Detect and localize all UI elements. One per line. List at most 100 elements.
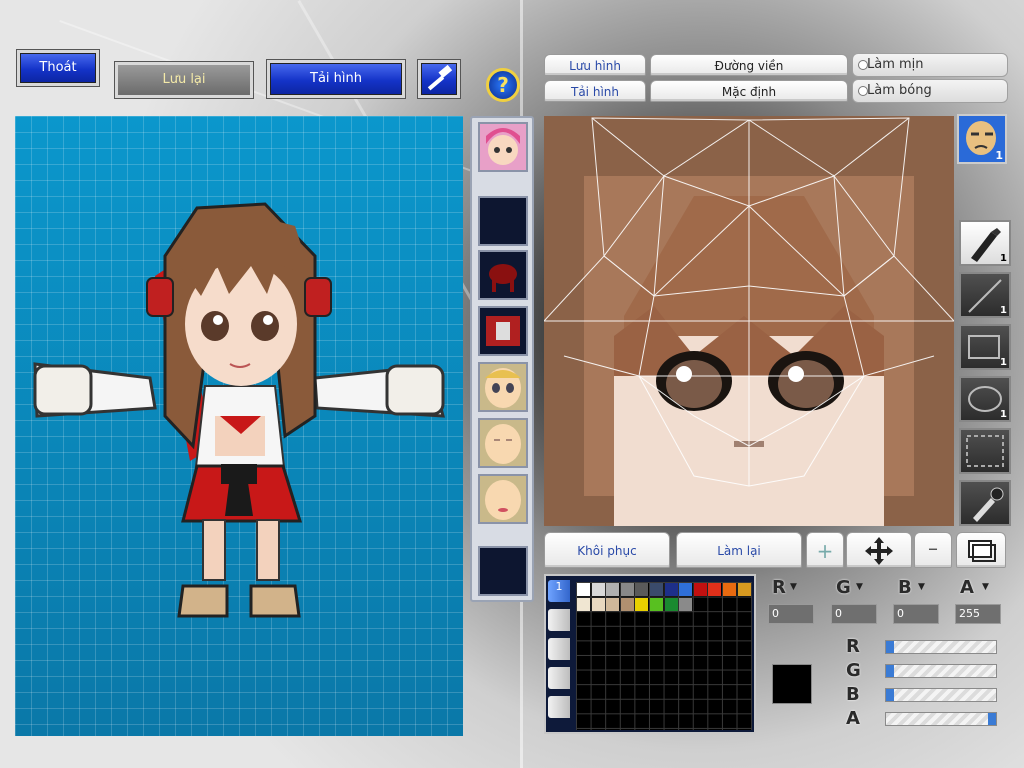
head-badge-count: 1 [995,149,1003,162]
color-swatch[interactable] [650,583,663,596]
eyedropper-tool-button[interactable] [959,480,1011,526]
color-swatch[interactable] [693,583,707,596]
part-slot-face-3[interactable] [478,474,528,524]
slider-thumb[interactable] [886,665,894,677]
part-slot-face-portrait[interactable] [478,122,528,172]
slider-thumb[interactable] [886,641,894,653]
alpha-slider[interactable] [885,712,997,726]
selection-tool-button[interactable] [959,428,1011,474]
red-slider[interactable] [885,640,997,654]
slider-thumb[interactable] [886,689,894,701]
pen-tool-button[interactable]: 1 [959,220,1011,266]
palette-panel: 1 [544,574,756,734]
face-blank-icon [485,424,521,464]
color-swatch-grid[interactable] [576,582,752,730]
ellipse-tool-button[interactable]: 1 [959,376,1011,422]
part-slot-empty[interactable] [478,196,528,246]
face-icon [485,368,521,408]
layers-icon [968,540,996,562]
color-swatch[interactable] [606,597,620,611]
color-swatch[interactable] [650,597,663,611]
hammer-icon [427,64,453,91]
green-value[interactable]: 0 [831,604,877,624]
help-button[interactable]: ? [486,68,520,102]
color-swatch[interactable] [708,583,722,596]
slider-label-r: R [846,636,860,657]
part-slot-outfit[interactable] [478,306,528,356]
color-swatch[interactable] [635,583,649,596]
channel-label-a: A [960,577,974,598]
line-tool-button[interactable]: 1 [959,272,1011,318]
color-swatch[interactable] [635,597,649,611]
palette-tab[interactable] [548,667,570,689]
character-preview[interactable] [15,116,463,736]
save-image-button[interactable]: Lưu hình [544,54,646,76]
blue-slider[interactable] [885,688,997,702]
shade-radio[interactable]: Làm bóng [852,79,1008,103]
layers-button[interactable] [956,532,1006,568]
ellipse-tool-count: 1 [1000,409,1007,420]
color-swatch[interactable] [679,583,693,596]
slider-thumb[interactable] [988,713,996,725]
color-swatch[interactable] [606,583,620,596]
color-swatch[interactable] [723,583,736,596]
radio-dot-icon [858,86,868,96]
hair-accessory-icon [489,264,517,292]
hammer-button[interactable] [417,59,461,99]
red-value[interactable]: 0 [768,604,814,624]
save-button[interactable]: Lưu lại [114,61,254,99]
part-slot-empty[interactable] [478,546,528,596]
load-button[interactable]: Tải hình [266,59,406,99]
portrait-icon [486,128,520,165]
eyedropper-icon [973,487,1004,522]
palette-tab-1[interactable]: 1 [548,580,570,602]
color-swatch[interactable] [664,583,678,596]
dropdown-b-icon[interactable]: ▼ [918,582,925,592]
slider-label-a: A [846,708,860,729]
color-swatch[interactable] [620,597,634,611]
color-swatch[interactable] [737,583,751,596]
rectangle-tool-count: 1 [1000,357,1007,368]
dropdown-r-icon[interactable]: ▼ [790,582,797,592]
redo-button[interactable]: Làm lại [676,532,802,568]
face-texture [544,116,954,526]
texture-editor-canvas[interactable] [544,116,954,526]
exit-button[interactable]: Thoát [16,49,100,87]
parts-panel [470,116,534,602]
dropdown-a-icon[interactable]: ▼ [982,582,989,592]
zoom-out-button[interactable]: – [914,532,952,568]
part-slot-hair-accessory[interactable] [478,250,528,300]
question-icon: ? [497,73,509,97]
color-swatch[interactable] [679,597,693,611]
color-swatch[interactable] [664,597,678,611]
color-swatch[interactable] [577,597,590,611]
color-swatch[interactable] [577,583,590,596]
head-part-button[interactable]: 1 [957,114,1007,164]
color-swatch[interactable] [591,583,605,596]
color-swatch[interactable] [620,583,634,596]
channel-label-g: G [836,577,851,598]
plus-icon: + [816,539,834,563]
dropdown-g-icon[interactable]: ▼ [856,582,863,592]
load-image-button[interactable]: Tải hình [544,80,646,102]
outline-button[interactable]: Đường viền [650,54,848,76]
part-slot-face-1[interactable] [478,362,528,412]
alpha-value[interactable]: 255 [955,604,1001,624]
move-button[interactable] [846,532,912,568]
smooth-radio[interactable]: Làm mịn [852,53,1008,77]
restore-button[interactable]: Khôi phục [544,532,670,568]
palette-tab[interactable] [548,638,570,660]
color-swatch[interactable] [591,597,605,611]
palette-tab[interactable] [548,696,570,718]
channel-label-b: B [898,577,912,598]
blue-value[interactable]: 0 [893,604,939,624]
zoom-in-button[interactable]: + [806,532,844,568]
green-slider[interactable] [885,664,997,678]
minus-icon: – [928,536,938,560]
default-button[interactable]: Mặc định [650,80,848,102]
palette-tab[interactable] [548,609,570,631]
rectangle-tool-button[interactable]: 1 [959,324,1011,370]
slider-label-b: B [846,684,860,705]
outfit-icon [486,316,520,346]
part-slot-face-2[interactable] [478,418,528,468]
